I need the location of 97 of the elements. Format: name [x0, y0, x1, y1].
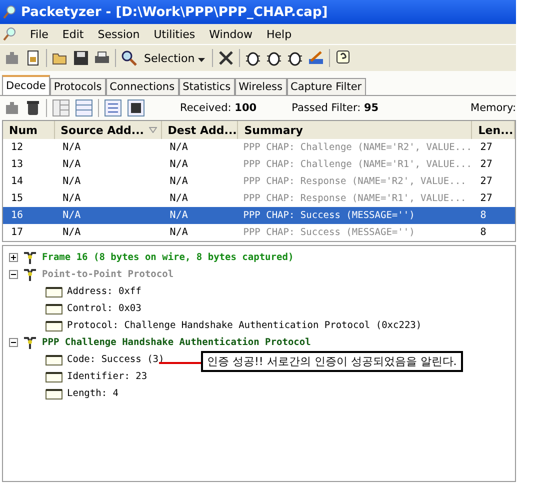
table-cell-text: 27: [479, 193, 494, 204]
tree-field[interactable]: Length: 4: [67, 388, 118, 399]
table-cell-text: PPP CHAP: Success (MESSAGE=''): [242, 210, 416, 221]
protocol-icon: [22, 336, 38, 350]
horizontal-split-icon[interactable]: [75, 99, 93, 117]
new-document-icon[interactable]: [25, 50, 41, 66]
field-icon: [45, 285, 63, 298]
pencil-icon[interactable]: [308, 50, 324, 66]
column-header[interactable]: Summary: [238, 121, 472, 139]
save-icon[interactable]: [73, 50, 89, 66]
passed-filter-count: Passed Filter: 95: [292, 102, 379, 114]
menu-item[interactable]: Edit: [61, 28, 85, 40]
memory-label: Memory:: [470, 102, 516, 114]
column-header[interactable]: Len...: [472, 121, 515, 139]
field-icon: [45, 319, 63, 332]
packet-row[interactable]: 14 N/A N/A PPP CHAP: Response (NAME='R2', VALUE... 27: [3, 173, 515, 190]
table-cell-text: N/A: [62, 176, 82, 187]
received-count: Received: 100: [180, 102, 257, 114]
table-cell-text: N/A: [62, 210, 82, 221]
bug-icon[interactable]: [287, 50, 304, 66]
menu-item[interactable]: Window: [208, 28, 254, 40]
table-cell-text: N/A: [168, 193, 189, 204]
selection-dropdown[interactable]: Selection: [142, 52, 208, 64]
column-header[interactable]: Source Add...: [54, 121, 162, 139]
tab[interactable]: Wireless: [234, 78, 286, 95]
table-cell-text: 27: [479, 159, 494, 170]
expand-icon[interactable]: [9, 253, 18, 262]
tab[interactable]: Protocols: [50, 78, 106, 95]
table-cell-text: 8: [479, 210, 488, 221]
tab[interactable]: Decode: [2, 75, 50, 95]
table-cell-text: 27: [479, 176, 494, 187]
menu-item[interactable]: Session: [96, 28, 141, 40]
table-cell-text: N/A: [62, 193, 82, 204]
table-cell-text: PPP CHAP: Challenge (NAME='R1', VALUE...: [242, 159, 472, 170]
table-cell-text: N/A: [168, 142, 189, 153]
table-cell-text: N/A: [62, 142, 82, 153]
table-cell-text: 17: [10, 227, 24, 238]
tree-field[interactable]: Code: Success (3): [67, 354, 164, 365]
field-icon: [45, 353, 63, 366]
field-icon: [45, 370, 63, 383]
table-cell-text: PPP CHAP: Challenge (NAME='R2', VALUE...: [242, 142, 472, 153]
packet-row[interactable]: 13 N/A N/A PPP CHAP: Challenge (NAME='R1', VALUE... 27: [3, 156, 515, 173]
menu-item[interactable]: Utilities: [152, 28, 196, 40]
table-cell-text: 16: [10, 210, 24, 221]
tree-field[interactable]: Protocol: Challenge Handshake Authentication Protocol (0xc223): [67, 320, 422, 331]
tree-field[interactable]: Address: 0xff: [67, 286, 142, 297]
field-icon: [45, 387, 63, 400]
tab[interactable]: Capture Filter: [286, 78, 366, 95]
table-cell-text: 8: [479, 227, 488, 238]
magnifier-icon: [3, 5, 17, 19]
collapse-icon[interactable]: [9, 338, 18, 347]
tree-node-label[interactable]: PPP Challenge Handshake Authentication Protocol: [42, 337, 311, 348]
printer-icon[interactable]: [94, 50, 110, 66]
app-icon: [3, 27, 17, 41]
column-header[interactable]: Dest Add...: [162, 121, 238, 139]
table-cell-text: N/A: [168, 227, 189, 238]
menu-item[interactable]: File: [29, 28, 50, 40]
table-cell-text: N/A: [168, 210, 189, 221]
tree-field[interactable]: Identifier: 23: [67, 371, 148, 382]
packet-row[interactable]: 17 N/A N/A PPP CHAP: Success (MESSAGE='') 8: [3, 224, 515, 241]
table-cell-text: PPP CHAP: Response (NAME='R1', VALUE...: [242, 193, 468, 204]
annotation-callout: 인증 성공!! 서로간의 인증이 성공되었음을 알린다.: [201, 351, 463, 372]
search-icon[interactable]: [121, 50, 137, 66]
collapse-icon[interactable]: [9, 270, 18, 279]
table-cell-text: 13: [10, 159, 24, 170]
window-title: Packetyzer - [D:\Work\PPP\PPP_CHAP.cap]: [21, 4, 328, 20]
table-cell-text: 12: [10, 142, 24, 153]
block-view-icon[interactable]: [127, 99, 145, 117]
bug-icon[interactable]: [245, 50, 262, 66]
table-cell-text: N/A: [168, 159, 189, 170]
list-view-icon[interactable]: [104, 99, 122, 117]
table-cell-text: N/A: [168, 176, 189, 187]
packet-row[interactable]: 15 N/A N/A PPP CHAP: Response (NAME='R1', VALUE... 27: [3, 190, 515, 207]
help-icon[interactable]: [335, 50, 352, 66]
table-cell-text: PPP CHAP: Response (NAME='R2', VALUE...: [242, 176, 468, 187]
trash-icon[interactable]: [25, 100, 41, 116]
table-cell-text: 27: [479, 142, 494, 153]
vertical-split-icon[interactable]: [52, 99, 70, 117]
tree-field[interactable]: Control: 0x03: [67, 303, 142, 314]
table-cell-text: PPP CHAP: Success (MESSAGE=''): [242, 227, 416, 238]
caret-icon: [198, 58, 206, 62]
table-cell-text: N/A: [62, 159, 82, 170]
bug-icon[interactable]: [266, 50, 282, 66]
field-icon: [45, 302, 63, 315]
column-header[interactable]: Num: [3, 121, 55, 139]
table-cell-text: N/A: [62, 227, 82, 238]
tab[interactable]: Connections: [106, 78, 179, 95]
packet-row[interactable]: 16 N/A N/A PPP CHAP: Success (MESSAGE='') 8: [3, 207, 515, 224]
table-cell-text: 15: [10, 193, 24, 204]
protocol-icon: [22, 268, 38, 282]
table-cell-text: 14: [10, 176, 24, 187]
menu-item[interactable]: Help: [266, 28, 293, 40]
packet-row[interactable]: 12 N/A N/A PPP CHAP: Challenge (NAME='R2', VALUE... 27: [3, 139, 515, 156]
tree-node-label[interactable]: Frame 16 (8 bytes on wire, 8 bytes captured): [42, 252, 294, 263]
sort-icon: [148, 127, 157, 133]
protocol-icon: [22, 250, 38, 264]
tab[interactable]: Statistics: [178, 78, 235, 95]
